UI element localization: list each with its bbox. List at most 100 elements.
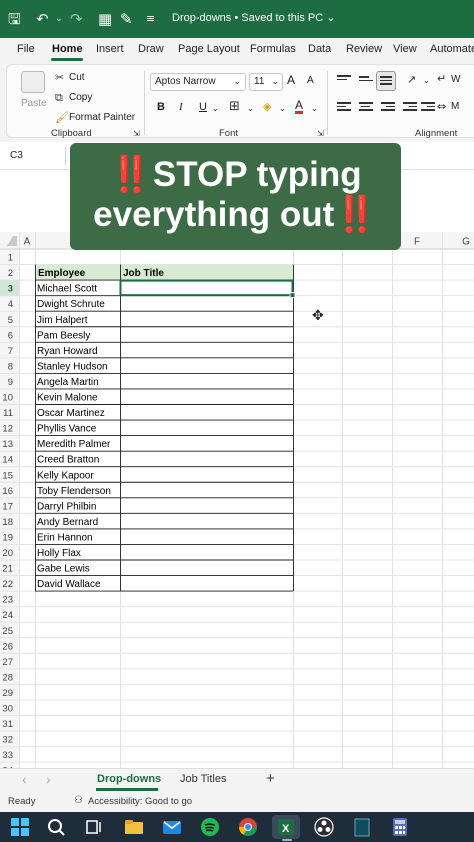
- employee-cell[interactable]: Ryan Howard: [37, 346, 98, 357]
- job-title-cell[interactable]: [121, 483, 292, 497]
- job-title-cell[interactable]: [121, 530, 292, 544]
- wrap-text-button[interactable]: W: [451, 74, 460, 85]
- employee-cell[interactable]: Michael Scott: [37, 284, 97, 295]
- employee-cell[interactable]: Darryl Philbin: [37, 501, 96, 512]
- tab-insert[interactable]: Insert: [96, 43, 124, 55]
- spreadsheet-grid[interactable]: A F G1234567891011121314151617181920212223…: [0, 232, 474, 768]
- italic-button[interactable]: I: [179, 101, 183, 113]
- bottom-align-icon[interactable]: [376, 71, 396, 91]
- document-title[interactable]: Drop-downs • Saved to this PC ⌄: [172, 11, 335, 24]
- font-color-button[interactable]: A: [295, 99, 304, 114]
- chevron-down-icon[interactable]: ⌄: [212, 102, 219, 116]
- decrease-indent-icon[interactable]: [403, 102, 417, 114]
- chevron-down-icon[interactable]: ⌄: [423, 74, 430, 88]
- job-title-cell[interactable]: [121, 421, 292, 435]
- save-icon[interactable]: 🖫: [8, 9, 21, 29]
- excel-icon[interactable]: X: [276, 817, 296, 837]
- calculator-icon[interactable]: [390, 817, 410, 837]
- job-title-cell[interactable]: [121, 545, 292, 559]
- chevron-down-icon[interactable]: ⌄: [279, 102, 286, 116]
- underline-button[interactable]: U: [199, 101, 207, 113]
- tab-view[interactable]: View: [393, 43, 417, 55]
- fill-handle[interactable]: [289, 292, 296, 299]
- job-title-cell[interactable]: [121, 406, 292, 420]
- tab-file[interactable]: File: [17, 43, 35, 55]
- app-window-icon[interactable]: [352, 817, 372, 837]
- form-icon[interactable]: ✎: [120, 9, 133, 29]
- format-painter-icon[interactable]: 🖌: [55, 111, 69, 125]
- employee-cell[interactable]: Jim Halpert: [37, 315, 88, 326]
- prev-sheet-button[interactable]: ‹: [22, 771, 27, 787]
- align-center-icon[interactable]: [359, 102, 373, 114]
- wrap-text-icon[interactable]: ↵: [437, 72, 446, 86]
- employee-cell[interactable]: Toby Flenderson: [37, 486, 111, 497]
- sheet-tab-job-titles[interactable]: Job Titles: [180, 773, 226, 785]
- tab-formulas[interactable]: Formulas: [250, 43, 296, 55]
- employee-cell[interactable]: Kelly Kapoor: [37, 470, 94, 481]
- job-title-cell[interactable]: [121, 561, 292, 575]
- tab-automate[interactable]: Automate: [430, 43, 474, 55]
- copy-icon[interactable]: ⧉: [55, 91, 63, 105]
- redo-icon[interactable]: ↷: [70, 9, 83, 29]
- employee-cell[interactable]: Gabe Lewis: [37, 564, 90, 575]
- employee-cell[interactable]: Oscar Martinez: [37, 408, 105, 419]
- orientation-icon[interactable]: ↗: [407, 73, 416, 87]
- search-icon[interactable]: [46, 817, 66, 837]
- employee-cell[interactable]: Creed Bratton: [37, 455, 99, 466]
- sheet-tab-drop-downs[interactable]: Drop-downs: [97, 773, 161, 785]
- tab-review[interactable]: Review: [346, 43, 382, 55]
- windows-start-icon[interactable]: [10, 817, 30, 837]
- increase-indent-icon[interactable]: [421, 102, 435, 114]
- tab-draw[interactable]: Draw: [138, 43, 164, 55]
- tab-page-layout[interactable]: Page Layout: [178, 43, 240, 55]
- customize-toolbar-icon[interactable]: ≡: [146, 9, 155, 29]
- undo-dropdown-icon[interactable]: ⌄: [55, 9, 63, 29]
- task-view-icon[interactable]: [84, 817, 104, 837]
- font-size-select[interactable]: 11 ⌄: [249, 73, 283, 91]
- copy-button[interactable]: Copy: [69, 92, 92, 103]
- merge-icon[interactable]: ⇔: [437, 100, 446, 114]
- grow-font-button[interactable]: A: [287, 73, 295, 87]
- borders-icon[interactable]: ⊞: [229, 100, 240, 114]
- chevron-down-icon[interactable]: ⌄: [311, 102, 318, 116]
- align-right-icon[interactable]: [381, 102, 395, 114]
- name-box[interactable]: C3: [4, 147, 66, 165]
- tab-data[interactable]: Data: [308, 43, 331, 55]
- obs-icon[interactable]: [314, 817, 334, 837]
- file-explorer-icon[interactable]: [124, 817, 144, 837]
- spotify-icon[interactable]: [200, 817, 220, 837]
- paste-icon[interactable]: [21, 71, 45, 93]
- job-title-cell[interactable]: [121, 452, 292, 466]
- employee-cell[interactable]: Kevin Malone: [37, 393, 98, 404]
- job-title-cell[interactable]: [121, 312, 292, 326]
- employee-cell[interactable]: David Wallace: [37, 579, 101, 590]
- accessibility-status[interactable]: Accessibility: Good to go: [88, 796, 192, 807]
- employee-cell[interactable]: Erin Hannon: [37, 532, 93, 543]
- paste-button[interactable]: Paste: [21, 98, 47, 109]
- format-painter-button[interactable]: Format Painter: [69, 112, 135, 123]
- next-sheet-button[interactable]: ›: [46, 771, 51, 787]
- fill-color-icon[interactable]: ◈: [263, 100, 271, 114]
- job-title-cell[interactable]: [121, 359, 292, 373]
- bold-button[interactable]: B: [157, 101, 165, 113]
- top-align-icon[interactable]: [337, 75, 351, 87]
- employee-cell[interactable]: Dwight Schrute: [37, 299, 105, 310]
- job-title-cell[interactable]: [121, 343, 292, 357]
- employee-cell[interactable]: Meredith Palmer: [37, 439, 111, 450]
- employee-cell[interactable]: Angela Martin: [37, 377, 99, 388]
- employee-cell[interactable]: Holly Flax: [37, 548, 81, 559]
- employee-cell[interactable]: Phyllis Vance: [37, 424, 97, 435]
- mail-icon[interactable]: [162, 817, 182, 837]
- employee-cell[interactable]: Stanley Hudson: [37, 361, 108, 372]
- job-title-cell[interactable]: [121, 374, 292, 388]
- font-name-select[interactable]: Aptos Narrow ⌄: [150, 73, 246, 91]
- job-title-cell[interactable]: [121, 437, 292, 451]
- middle-align-icon[interactable]: [359, 76, 373, 88]
- add-sheet-button[interactable]: +: [266, 770, 275, 787]
- tab-home[interactable]: Home: [52, 43, 83, 55]
- font-launcher-icon[interactable]: ⇲: [317, 127, 324, 141]
- job-title-cell[interactable]: [121, 281, 292, 295]
- job-title-cell[interactable]: [121, 514, 292, 528]
- undo-icon[interactable]: ↶: [36, 9, 49, 29]
- cut-icon[interactable]: ✂: [55, 71, 64, 85]
